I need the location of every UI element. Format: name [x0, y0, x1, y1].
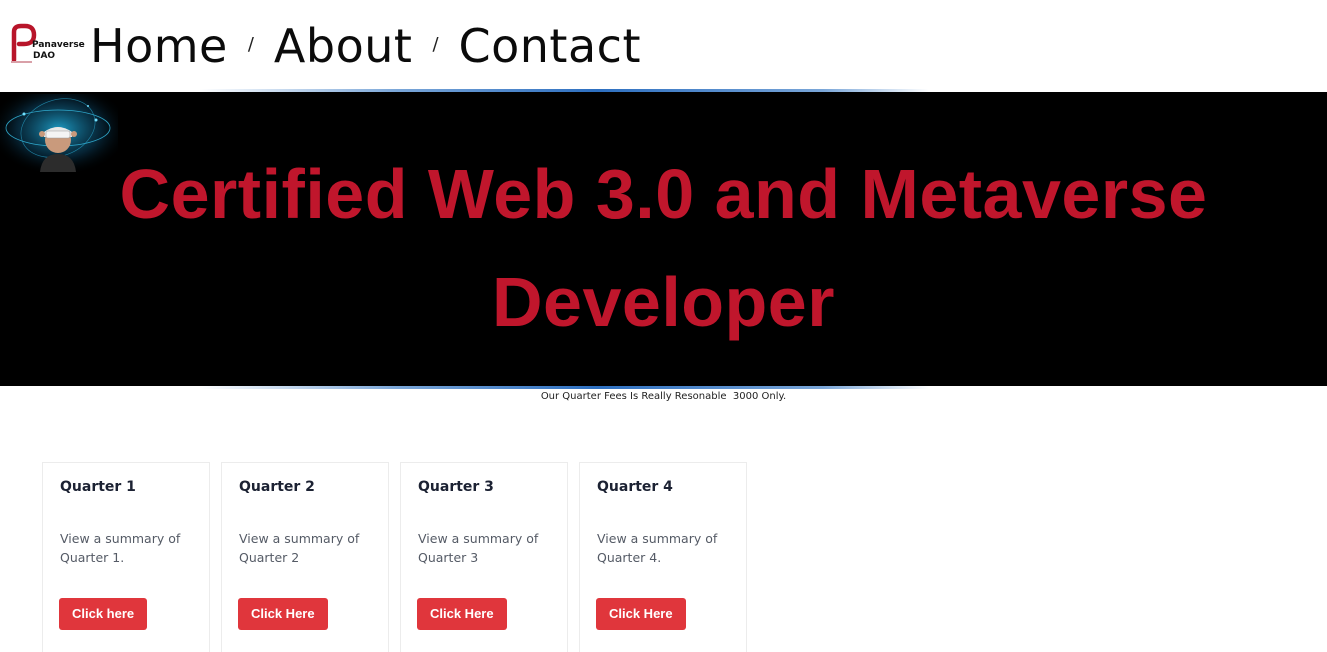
- nav-separator: /: [247, 33, 254, 55]
- card-description: View a summary of Quarter 2: [239, 531, 360, 565]
- nav-separator: /: [432, 33, 439, 55]
- top-navigation-bar: Panaverse DAO Home / About / Contact: [0, 0, 1327, 90]
- quarter-card: Quarter 3 View a summary of Quarter 3 Cl…: [400, 462, 568, 652]
- card-title: Quarter 4: [597, 479, 673, 495]
- panaverse-logo[interactable]: Panaverse DAO: [8, 22, 85, 66]
- card-description: View a summary of Quarter 1.: [60, 531, 181, 565]
- nav-link-contact[interactable]: Contact: [459, 14, 641, 78]
- quarter-1-button[interactable]: Click here: [59, 598, 148, 630]
- quarter-card: Quarter 4 View a summary of Quarter 4. C…: [579, 462, 747, 652]
- hero-title: Certified Web 3.0 and Metaverse Develope…: [119, 155, 1208, 341]
- quarter-3-button[interactable]: Click Here: [417, 598, 507, 630]
- quarter-4-button[interactable]: Click Here: [596, 598, 686, 630]
- logo-wordmark: Panaverse DAO: [32, 40, 85, 62]
- nav-link-home[interactable]: Home: [90, 14, 228, 78]
- hero-banner: Certified Web 3.0 and Metaverse Develope…: [0, 92, 1327, 386]
- fees-note: Our Quarter Fees Is Really Resonable 300…: [540, 391, 787, 402]
- card-description: View a summary of Quarter 3: [418, 531, 539, 565]
- nav-link-about[interactable]: About: [274, 14, 413, 78]
- logo-line-1: Panaverse: [32, 40, 85, 50]
- card-description: View a summary of Quarter 4.: [597, 531, 718, 565]
- card-title: Quarter 2: [239, 479, 315, 495]
- logo-line-2: DAO: [33, 51, 56, 61]
- quarter-cards: Quarter 1 View a summary of Quarter 1. C…: [42, 462, 758, 652]
- card-title: Quarter 3: [418, 479, 494, 495]
- hero-divider-bottom: [0, 386, 1327, 389]
- quarter-card: Quarter 1 View a summary of Quarter 1. C…: [42, 462, 210, 652]
- quarter-card: Quarter 2 View a summary of Quarter 2 Cl…: [221, 462, 389, 652]
- main-nav: Home / About / Contact: [90, 14, 641, 78]
- quarter-2-button[interactable]: Click Here: [238, 598, 328, 630]
- card-title: Quarter 1: [60, 479, 136, 495]
